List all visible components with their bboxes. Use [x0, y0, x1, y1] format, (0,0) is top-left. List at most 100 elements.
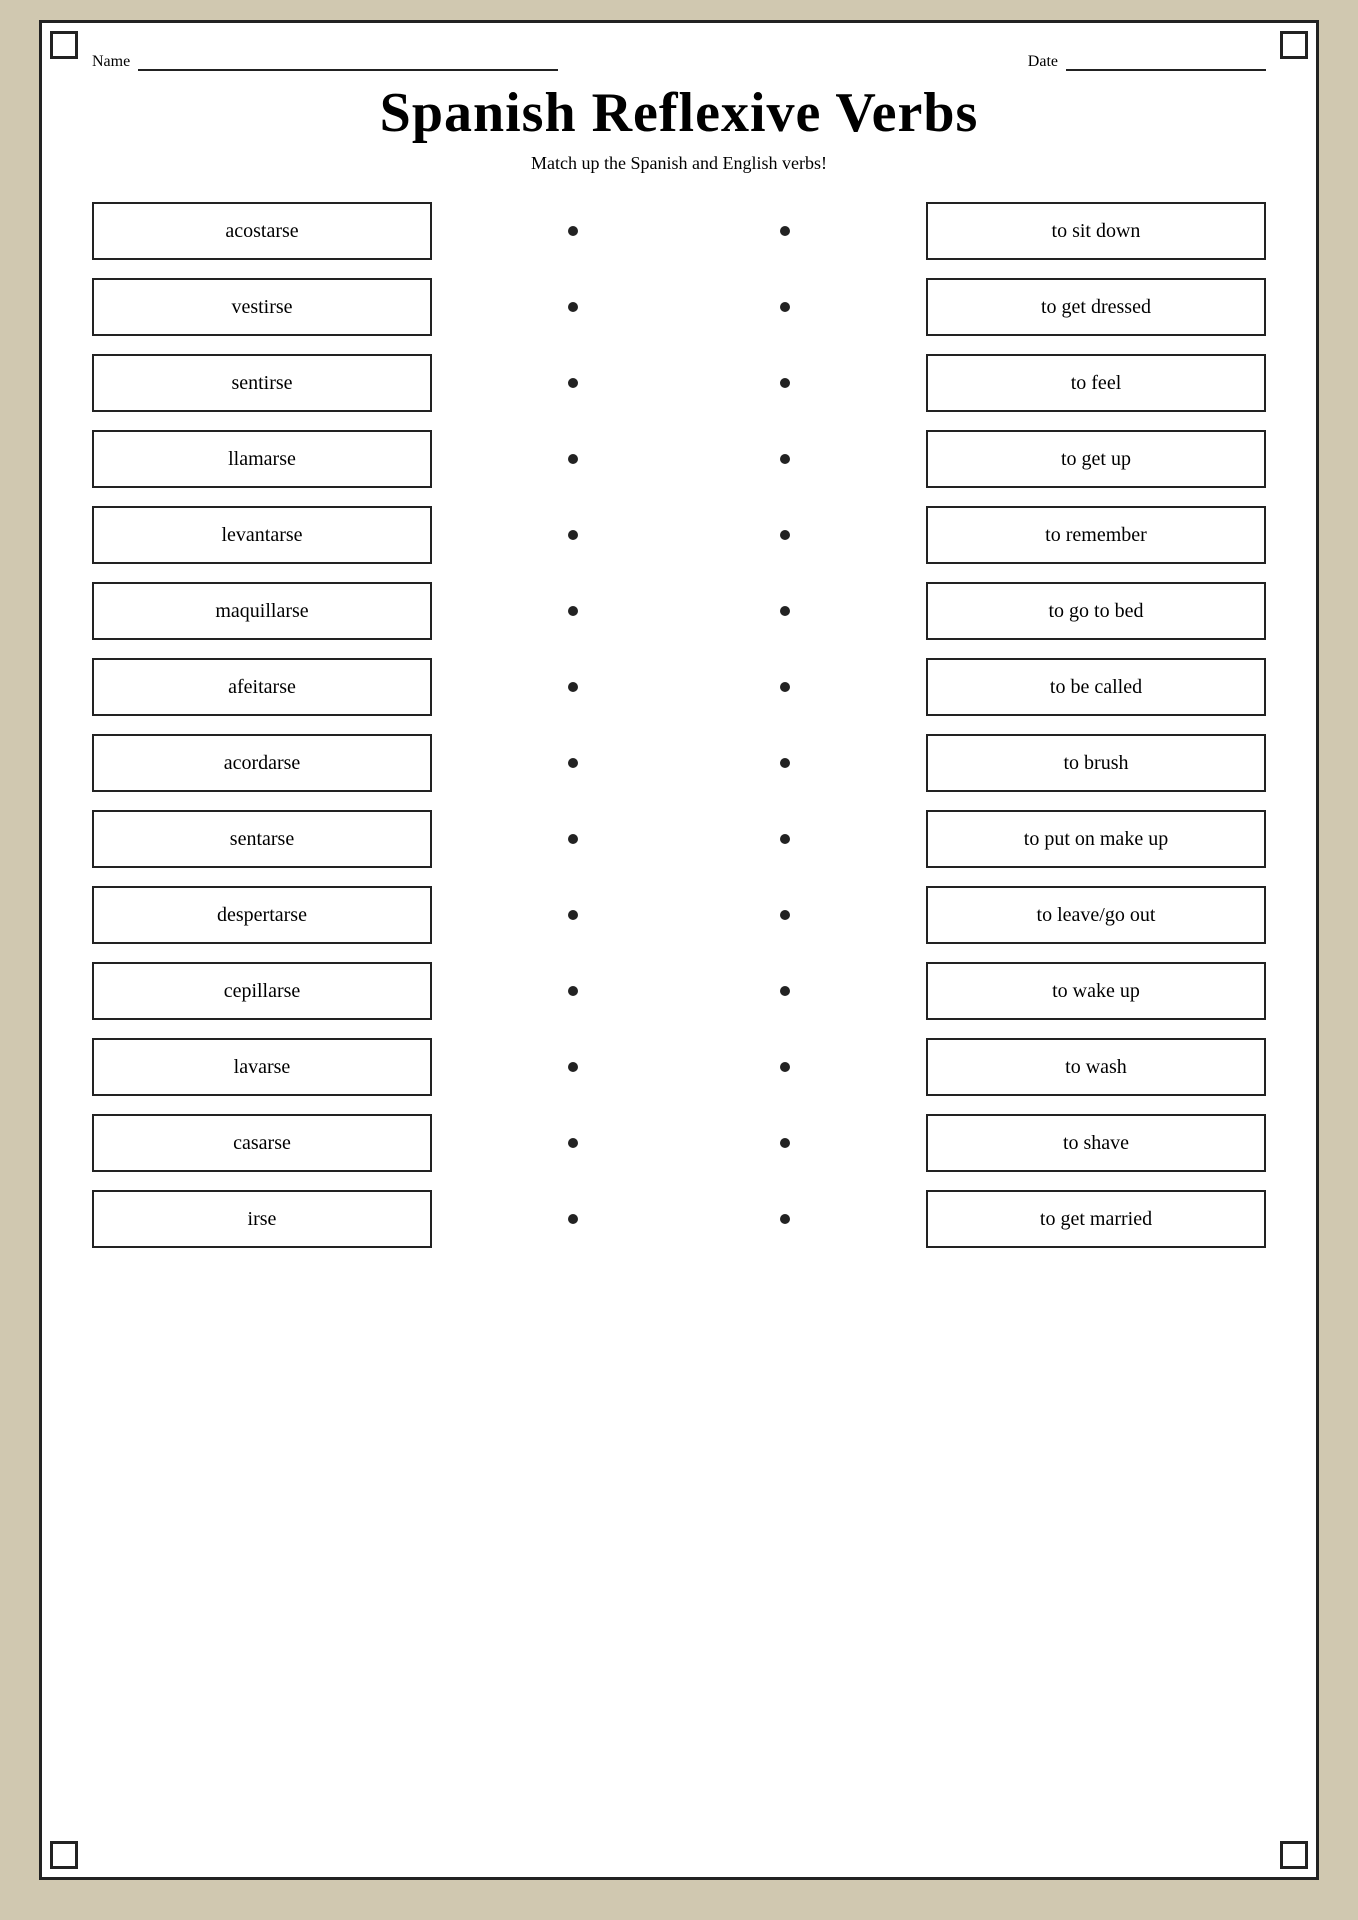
main-columns: acostarse vestirse sentirse llamarse levanta…: [92, 202, 1266, 1266]
right-dot-container: [780, 354, 790, 412]
right-verb-box: to go to bed: [926, 582, 1266, 640]
right-verb-box: to leave/go out: [926, 886, 1266, 944]
left-verb-box: afeitarse: [92, 658, 432, 716]
connector-dot-right: [780, 834, 790, 844]
connector-dot-left: [568, 1214, 578, 1224]
left-verb-box: levantarse: [92, 506, 432, 564]
right-dot-container: [780, 582, 790, 640]
left-verb-box: sentirse: [92, 354, 432, 412]
connector-dot-right: [780, 302, 790, 312]
connector-dot-right: [780, 226, 790, 236]
name-field: Name: [92, 53, 558, 71]
connector-dot-right: [780, 1214, 790, 1224]
left-verb-box: acordarse: [92, 734, 432, 792]
left-dot-container: [568, 582, 578, 640]
connector-dot-right: [780, 606, 790, 616]
left-verb-box: despertarse: [92, 886, 432, 944]
right-verb-box: to get married: [926, 1190, 1266, 1248]
right-verb-box: to put on make up: [926, 810, 1266, 868]
right-verb-box: to wake up: [926, 962, 1266, 1020]
right-verb-box: to be called: [926, 658, 1266, 716]
date-label: Date: [1028, 53, 1058, 71]
right-verb-box: to get dressed: [926, 278, 1266, 336]
connector-dot-left: [568, 758, 578, 768]
name-label: Name: [92, 53, 130, 71]
page-title: Spanish Reflexive Verbs: [92, 81, 1266, 145]
connector-dot-right: [780, 454, 790, 464]
left-column: acostarse vestirse sentirse llamarse levanta…: [92, 202, 432, 1266]
name-underline: [138, 69, 558, 71]
corner-decoration-tl: [50, 31, 78, 59]
connector-dot-left: [568, 530, 578, 540]
left-dot-container: [568, 810, 578, 868]
right-verb-box: to wash: [926, 1038, 1266, 1096]
right-dots-column: [715, 202, 855, 1266]
left-verb-box: sentarse: [92, 810, 432, 868]
header-line: Name Date: [92, 53, 1266, 71]
page-subtitle: Match up the Spanish and English verbs!: [92, 153, 1266, 174]
worksheet-page: Name Date Spanish Reflexive Verbs Match …: [39, 20, 1319, 1880]
connector-dot-right: [780, 1138, 790, 1148]
left-verb-box: maquillarse: [92, 582, 432, 640]
right-dot-container: [780, 202, 790, 260]
connector-dot-right: [780, 986, 790, 996]
left-verb-box: cepillarse: [92, 962, 432, 1020]
connector-dot-left: [568, 454, 578, 464]
right-verb-box: to brush: [926, 734, 1266, 792]
left-verb-box: llamarse: [92, 430, 432, 488]
connector-dot-left: [568, 834, 578, 844]
left-dots-column: [503, 202, 643, 1266]
connector-dot-right: [780, 910, 790, 920]
right-verb-box: to feel: [926, 354, 1266, 412]
right-dot-container: [780, 1190, 790, 1248]
left-dot-container: [568, 1190, 578, 1248]
connector-dot-left: [568, 378, 578, 388]
right-dot-container: [780, 506, 790, 564]
left-dot-container: [568, 658, 578, 716]
left-dot-container: [568, 734, 578, 792]
left-dot-container: [568, 886, 578, 944]
right-dot-container: [780, 886, 790, 944]
connector-dot-right: [780, 1062, 790, 1072]
left-dot-container: [568, 962, 578, 1020]
connector-dot-left: [568, 910, 578, 920]
left-dot-container: [568, 1038, 578, 1096]
connector-dot-left: [568, 1138, 578, 1148]
right-dot-container: [780, 278, 790, 336]
right-verb-box: to sit down: [926, 202, 1266, 260]
left-dot-container: [568, 202, 578, 260]
right-dot-container: [780, 1038, 790, 1096]
left-dot-container: [568, 278, 578, 336]
left-dot-container: [568, 506, 578, 564]
left-verb-box: vestirse: [92, 278, 432, 336]
right-verb-box: to get up: [926, 430, 1266, 488]
connector-dot-left: [568, 986, 578, 996]
corner-decoration-bl: [50, 1841, 78, 1869]
connector-dot-left: [568, 1062, 578, 1072]
left-dot-container: [568, 430, 578, 488]
right-verb-box: to remember: [926, 506, 1266, 564]
connector-dot-left: [568, 302, 578, 312]
right-dot-container: [780, 430, 790, 488]
connector-dot-left: [568, 682, 578, 692]
right-column: to sit down to get dressed to feel to get u…: [926, 202, 1266, 1266]
right-dot-container: [780, 734, 790, 792]
left-dot-container: [568, 1114, 578, 1172]
left-verb-box: lavarse: [92, 1038, 432, 1096]
connector-dot-right: [780, 758, 790, 768]
right-dot-container: [780, 658, 790, 716]
connector-dot-right: [780, 530, 790, 540]
corner-decoration-tr: [1280, 31, 1308, 59]
connector-dot-left: [568, 606, 578, 616]
right-dot-container: [780, 1114, 790, 1172]
left-verb-box: casarse: [92, 1114, 432, 1172]
date-underline: [1066, 69, 1266, 71]
date-field: Date: [1028, 53, 1266, 71]
right-dot-container: [780, 962, 790, 1020]
left-verb-box: acostarse: [92, 202, 432, 260]
connector-dot-right: [780, 378, 790, 388]
right-verb-box: to shave: [926, 1114, 1266, 1172]
right-dot-container: [780, 810, 790, 868]
connector-dot-left: [568, 226, 578, 236]
corner-decoration-br: [1280, 1841, 1308, 1869]
